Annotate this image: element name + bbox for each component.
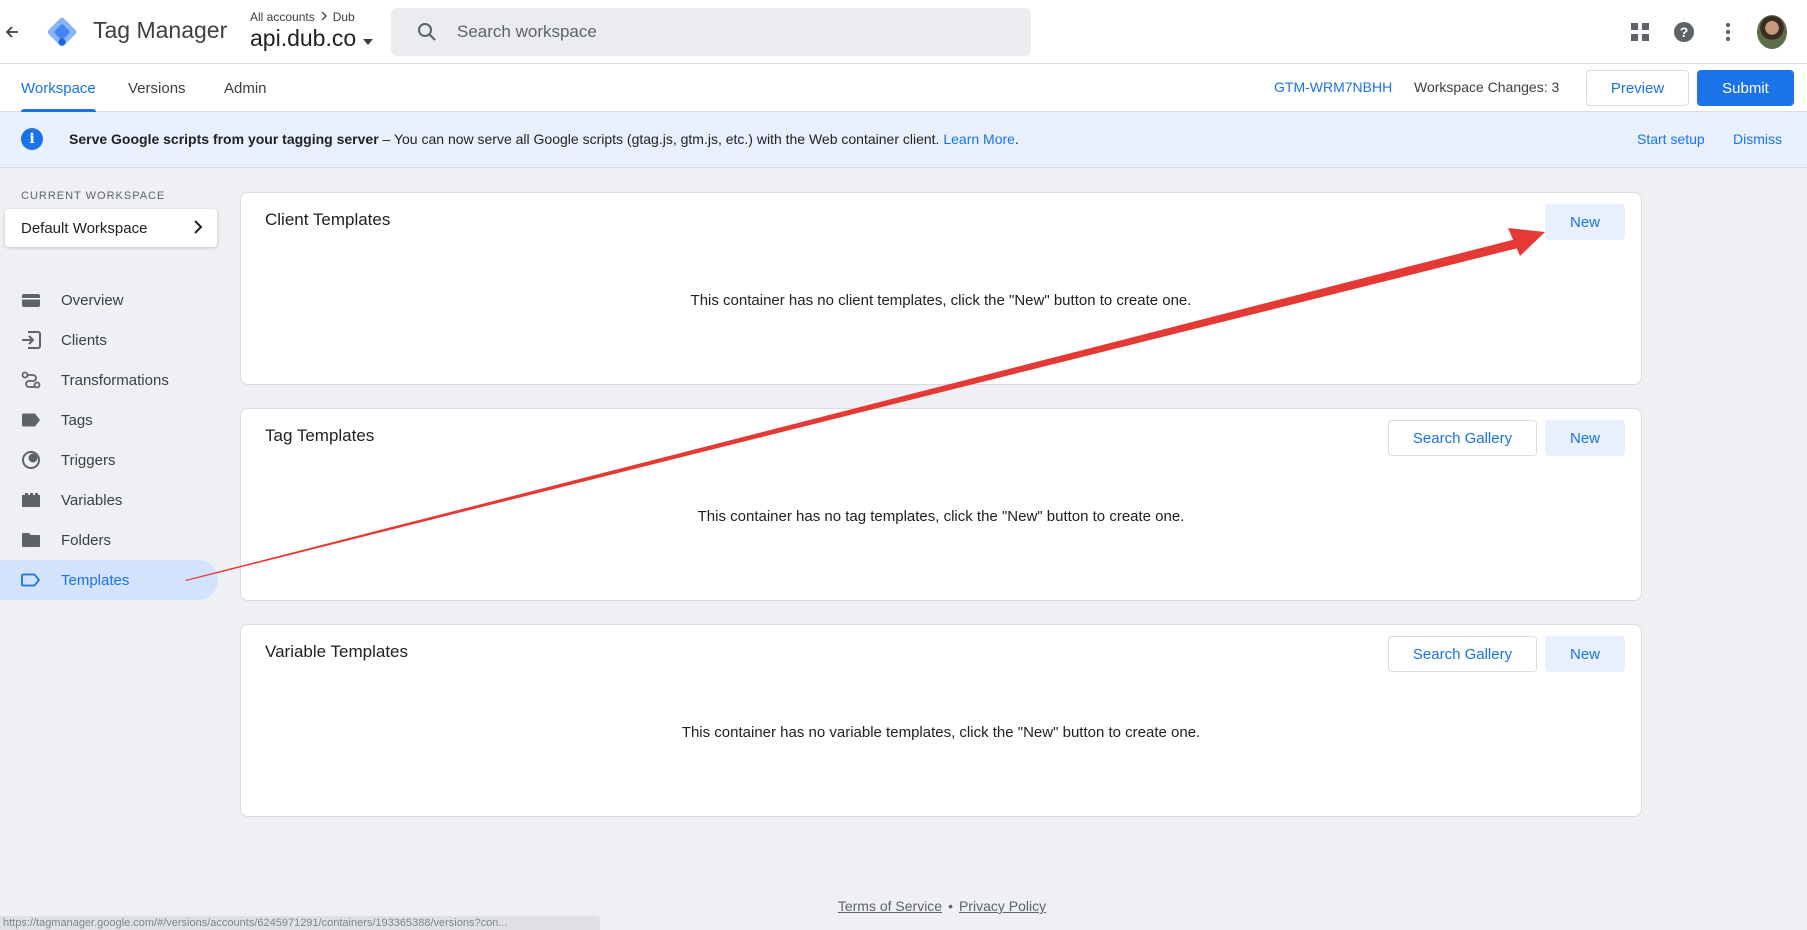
new-variable-template-button[interactable]: New: [1545, 636, 1625, 672]
folder-icon: [20, 530, 42, 550]
more-vert-icon[interactable]: [1713, 14, 1743, 50]
sidebar-item-triggers[interactable]: Triggers: [0, 440, 218, 480]
workspace-selector[interactable]: Default Workspace: [5, 209, 217, 247]
sidebar-item-transformations[interactable]: Transformations: [0, 360, 218, 400]
container-name: api.dub.co: [250, 25, 357, 51]
banner-period: .: [1014, 131, 1019, 147]
breadcrumb-root[interactable]: All accounts: [250, 10, 315, 24]
back-arrow-icon[interactable]: [0, 18, 24, 46]
transformations-icon: [20, 370, 42, 390]
user-avatar[interactable]: [1757, 14, 1787, 50]
overview-icon: [20, 290, 42, 310]
submit-button[interactable]: Submit: [1697, 70, 1794, 106]
search-gallery-button[interactable]: Search Gallery: [1388, 636, 1537, 672]
preview-button[interactable]: Preview: [1586, 70, 1689, 106]
search-gallery-button[interactable]: Search Gallery: [1388, 420, 1537, 456]
current-workspace-label: CURRENT WORKSPACE: [21, 190, 166, 202]
privacy-policy-link[interactable]: Privacy Policy: [959, 898, 1046, 914]
status-bar-url: https://tagmanager.google.com/#/versions…: [0, 916, 600, 930]
chevron-right-icon: [319, 10, 329, 24]
sidebar-item-label: Folders: [61, 531, 112, 549]
start-setup-link[interactable]: Start setup: [1637, 131, 1705, 147]
learn-more-link[interactable]: Learn More: [943, 131, 1015, 147]
client-templates-card: Client Templates New This container has …: [240, 192, 1642, 385]
top-actions: ?: [1625, 14, 1787, 50]
dismiss-link[interactable]: Dismiss: [1733, 131, 1782, 147]
sidebar-item-label: Clients: [61, 331, 107, 349]
workspace-name: Default Workspace: [21, 219, 148, 237]
chevron-right-icon: [193, 219, 203, 239]
sidebar-item-label: Tags: [61, 411, 93, 429]
breadcrumb: All accounts Dub: [250, 10, 355, 24]
empty-state-text: This container has no variable templates…: [681, 724, 1201, 741]
info-icon: i: [21, 128, 43, 150]
sidebar-item-label: Variables: [61, 491, 123, 509]
terms-of-service-link[interactable]: Terms of Service: [838, 898, 942, 914]
help-icon[interactable]: ?: [1669, 14, 1699, 50]
info-banner: i Serve Google scripts from your tagging…: [0, 112, 1807, 168]
variables-icon: [20, 490, 42, 510]
sidebar-item-label: Templates: [61, 571, 130, 589]
svg-text:?: ?: [1680, 24, 1689, 40]
sidebar-item-variables[interactable]: Variables: [0, 480, 218, 520]
breadcrumb-account[interactable]: Dub: [333, 10, 355, 24]
card-title: Client Templates: [265, 210, 391, 229]
card-title: Tag Templates: [265, 426, 375, 445]
variable-templates-card: Variable Templates Search Gallery New Th…: [240, 624, 1642, 817]
top-bar: Tag Manager All accounts Dub api.dub.co …: [0, 0, 1807, 64]
app-title: Tag Manager: [93, 17, 228, 43]
search-icon: [415, 20, 439, 44]
sidebar-item-label: Triggers: [61, 451, 116, 469]
banner-title: Serve Google scripts from your tagging s…: [69, 131, 379, 147]
tag-templates-card: Tag Templates Search Gallery New This co…: [240, 408, 1642, 601]
new-tag-template-button[interactable]: New: [1545, 420, 1625, 456]
triggers-icon: [20, 450, 42, 470]
clients-icon: [20, 330, 42, 350]
workspace-changes-count: Workspace Changes: 3: [1414, 79, 1560, 95]
sidebar-item-tags[interactable]: Tags: [0, 400, 218, 440]
banner-message: Serve Google scripts from your tagging s…: [69, 131, 1019, 147]
sidebar-item-label: Transformations: [61, 371, 169, 389]
empty-state-text: This container has no client templates, …: [690, 292, 1192, 309]
banner-text: – You can now serve all Google scripts (…: [378, 131, 944, 147]
tab-workspace[interactable]: Workspace: [21, 64, 96, 112]
sidebar-item-folders[interactable]: Folders: [0, 520, 218, 560]
tab-admin[interactable]: Admin: [224, 64, 267, 112]
apps-grid-icon[interactable]: [1625, 14, 1655, 50]
templates-icon: [20, 570, 42, 590]
search-input[interactable]: [457, 22, 1017, 42]
tab-versions[interactable]: Versions: [128, 64, 186, 112]
footer-separator: •: [948, 898, 953, 914]
caret-down-icon: [362, 25, 374, 52]
container-id-link[interactable]: GTM-WRM7NBHH: [1274, 79, 1392, 95]
footer: Terms of Service • Privacy Policy: [0, 898, 1807, 914]
container-selector[interactable]: api.dub.co: [250, 25, 374, 52]
tab-bar: Workspace Versions Admin GTM-WRM7NBHH Wo…: [0, 64, 1807, 112]
sidebar-item-overview[interactable]: Overview: [0, 280, 218, 320]
card-title: Variable Templates: [265, 642, 409, 661]
new-client-template-button[interactable]: New: [1545, 204, 1625, 240]
tag-manager-logo-icon: [45, 15, 79, 49]
sidebar-item-clients[interactable]: Clients: [0, 320, 218, 360]
empty-state-text: This container has no tag templates, cli…: [697, 508, 1185, 525]
search-bar[interactable]: [391, 8, 1031, 56]
sidebar-nav: Overview Clients Transformations Tags Tr…: [0, 280, 218, 600]
tag-icon: [20, 410, 42, 430]
sidebar-item-templates[interactable]: Templates: [0, 560, 218, 600]
sidebar-item-label: Overview: [61, 291, 124, 309]
